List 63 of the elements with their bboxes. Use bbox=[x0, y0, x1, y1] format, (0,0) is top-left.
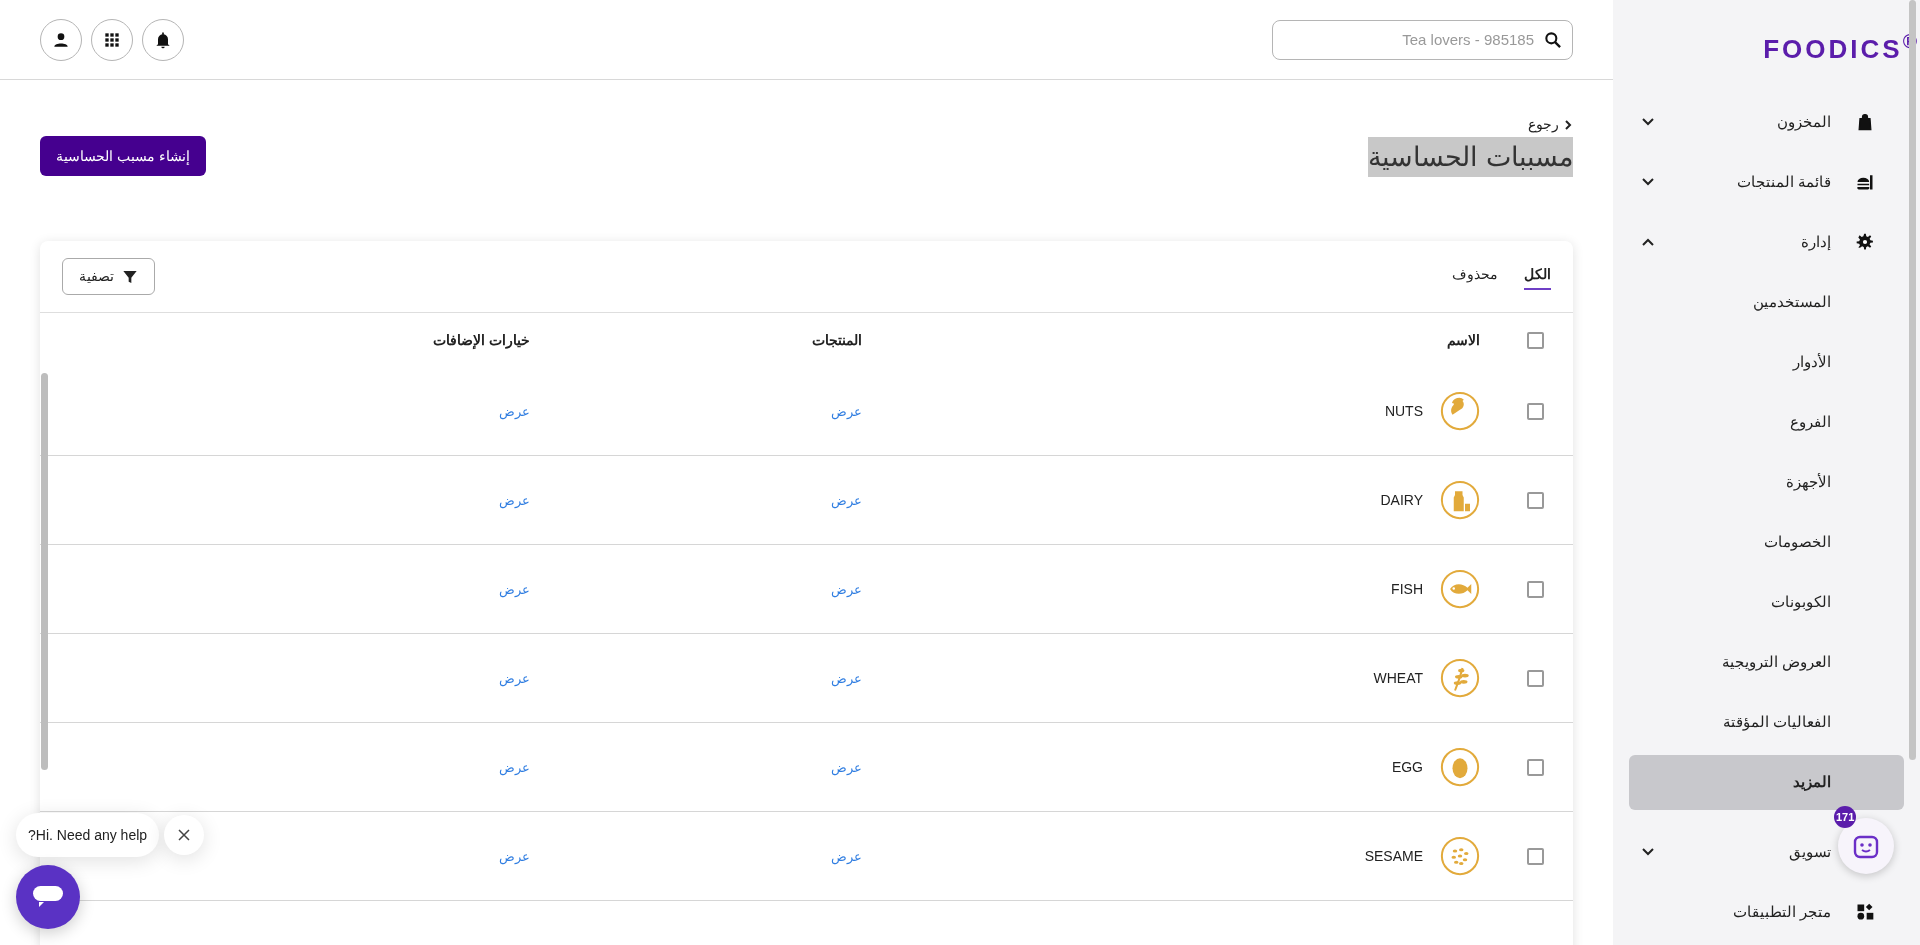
sidebar-item[interactable]: الخصومات bbox=[1613, 512, 1920, 572]
column-header: المنتجات bbox=[812, 332, 862, 348]
wheat-icon bbox=[1440, 658, 1480, 698]
sidebar-item[interactable]: الفروع bbox=[1613, 392, 1920, 452]
view-link[interactable]: عرض bbox=[499, 404, 530, 419]
table-cell-text: FISH bbox=[1391, 579, 1423, 599]
close-icon bbox=[177, 828, 191, 842]
view-link[interactable]: عرض bbox=[831, 582, 862, 597]
search-icon bbox=[1543, 29, 1563, 50]
fish-icon bbox=[1440, 569, 1480, 609]
sidebar-item[interactable]: الأدوار bbox=[1613, 332, 1920, 392]
checkbox[interactable] bbox=[1527, 669, 1544, 687]
sidebar-item[interactable]: الفعاليات المؤقتة bbox=[1613, 692, 1920, 752]
checkbox[interactable] bbox=[1527, 331, 1544, 349]
shapes-icon bbox=[1855, 902, 1875, 922]
view-link[interactable]: عرض bbox=[831, 760, 862, 775]
view-link[interactable]: عرض bbox=[499, 671, 530, 686]
back-link[interactable]: رجوع bbox=[1528, 114, 1573, 135]
view-link[interactable]: عرض bbox=[499, 849, 530, 864]
sidebar-item[interactable]: المخزون bbox=[1613, 92, 1920, 152]
column-header: خيارات الإضافات bbox=[433, 332, 530, 348]
gear-icon bbox=[1855, 232, 1875, 252]
table-cell-text: WHEAT bbox=[1373, 668, 1423, 688]
search-field[interactable]: Tea lovers - 985185 bbox=[1272, 19, 1573, 60]
view-link[interactable]: عرض bbox=[831, 404, 862, 419]
sidebar-item[interactable]: المستخدمين bbox=[1613, 272, 1920, 332]
egg-icon bbox=[1440, 747, 1480, 787]
chat-bubble-icon bbox=[32, 885, 64, 909]
view-link[interactable]: عرض bbox=[499, 582, 530, 597]
view-link[interactable]: عرض bbox=[499, 493, 530, 508]
burger-icon bbox=[1855, 172, 1875, 192]
sidebar-item[interactable]: الكوبونات bbox=[1613, 572, 1920, 632]
column-header: الاسم bbox=[1447, 332, 1480, 348]
seeds-icon bbox=[1440, 836, 1480, 876]
help-message: ?Hi. Need any help bbox=[16, 813, 160, 857]
table-cell-text: SESAME bbox=[1364, 846, 1423, 866]
table-cell-text: EGG bbox=[1391, 757, 1423, 777]
chat-button[interactable] bbox=[16, 865, 80, 929]
chevron-right-icon bbox=[1563, 119, 1573, 130]
view-link[interactable]: عرض bbox=[831, 671, 862, 686]
table-cell-text: NUTS bbox=[1384, 401, 1423, 421]
view-link[interactable]: عرض bbox=[831, 849, 862, 864]
sidebar-item[interactable]: متجر التطبيقات bbox=[1613, 882, 1920, 942]
table-cell-text: DAIRY bbox=[1380, 490, 1423, 510]
page-title: مسببات الحساسية bbox=[1368, 137, 1573, 177]
checkbox[interactable] bbox=[1527, 491, 1544, 509]
view-link[interactable]: عرض bbox=[499, 760, 530, 775]
sidebar-item[interactable]: إدارة bbox=[1613, 212, 1920, 272]
checkbox[interactable] bbox=[1527, 580, 1544, 598]
tab[interactable]: الكل bbox=[1524, 263, 1551, 290]
create-allergen-button[interactable]: إنشاء مسبب الحساسية bbox=[40, 136, 206, 176]
sidebar-item[interactable]: قائمة المنتجات bbox=[1613, 152, 1920, 212]
sidebar-item[interactable]: العروض الترويجية bbox=[1613, 632, 1920, 692]
filter-button[interactable]: تصفية bbox=[62, 258, 155, 295]
checkbox[interactable] bbox=[1527, 402, 1544, 420]
milk-icon bbox=[1440, 480, 1480, 520]
view-link[interactable]: عرض bbox=[831, 493, 862, 508]
tab[interactable]: محذوف bbox=[1452, 263, 1498, 290]
filter-icon bbox=[122, 268, 138, 285]
sidebar-item[interactable]: الأجهزة bbox=[1613, 452, 1920, 512]
checkbox[interactable] bbox=[1527, 758, 1544, 776]
sidebar-item[interactable]: المزيد bbox=[1629, 755, 1904, 810]
checkbox[interactable] bbox=[1527, 847, 1544, 865]
